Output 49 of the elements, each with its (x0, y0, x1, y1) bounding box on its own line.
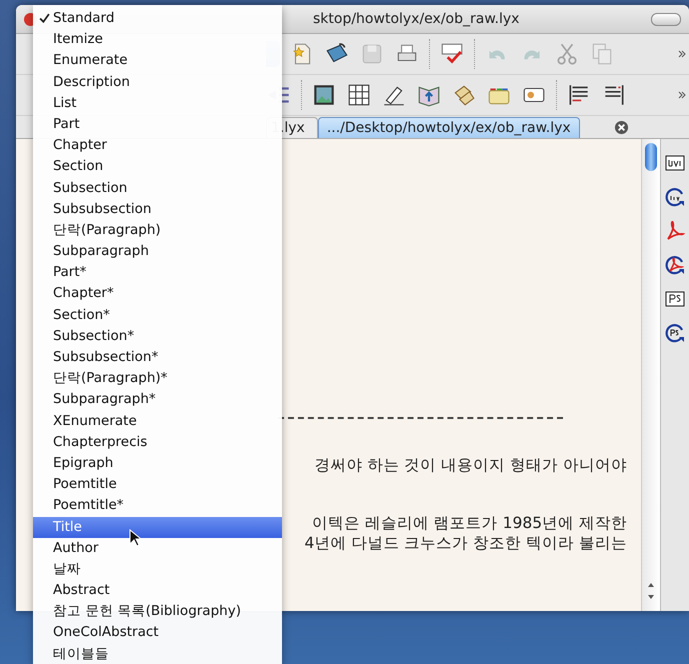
toolbar-toggle-button[interactable] (651, 12, 681, 26)
menu-item[interactable]: Part* (33, 262, 282, 284)
more-chevron-icon[interactable] (677, 90, 687, 100)
menu-item[interactable]: Subsubsection (33, 198, 282, 220)
close-tab-icon[interactable] (614, 120, 629, 135)
vertical-scrollbar[interactable] (641, 139, 660, 611)
more-chevron-icon[interactable] (677, 49, 687, 59)
menu-item[interactable]: Description (33, 72, 282, 93)
mouse-pointer-icon (129, 529, 141, 547)
table-icon[interactable] (346, 82, 372, 108)
document-text: 경써야 하는 것이 내용이지 형태가 아니어야 (313, 455, 627, 475)
menu-item[interactable]: Subsubsection* (33, 347, 282, 368)
menu-item[interactable]: Abstract (33, 580, 282, 602)
menu-item[interactable]: XEnumerate (33, 410, 282, 432)
window-title: sktop/howtolyx/ex/ob_raw.lyx (313, 11, 520, 27)
pdf-icon[interactable] (665, 221, 685, 241)
menu-item[interactable]: Chapter (33, 135, 282, 156)
ps-view-icon[interactable] (665, 289, 685, 309)
menu-item[interactable]: Subsection (33, 178, 282, 199)
menu-item[interactable]: Enumerate (33, 50, 282, 72)
menu-item[interactable]: Standard (33, 8, 282, 30)
menu-item[interactable]: Poemtitle (33, 474, 282, 496)
scroll-up-icon[interactable] (647, 581, 655, 589)
menu-item[interactable]: Section (33, 156, 282, 178)
scroll-down-icon[interactable] (647, 593, 655, 601)
menu-item[interactable]: Subparagraph* (33, 389, 282, 411)
document-text: 이텍은 레슬리에 램포트가 1985년에 제작한 (310, 513, 627, 533)
menu-item[interactable]: Chapter* (33, 283, 282, 305)
menu-item[interactable]: Chapterprecis (33, 432, 282, 453)
menu-item[interactable]: OneColAbstract (33, 622, 282, 644)
scroll-thumb[interactable] (645, 143, 657, 171)
menu-item[interactable]: Epigraph (33, 452, 282, 474)
document-tab[interactable]: .../Desktop/howtolyx/ex/ob_raw.lyx (318, 117, 580, 138)
ps-refresh-icon[interactable] (665, 323, 685, 343)
menu-item[interactable]: Itemize (33, 29, 282, 50)
menu-item[interactable]: Subsection* (33, 326, 282, 347)
menu-item[interactable]: Section* (33, 304, 282, 326)
document-text: 4년에 다널드 크누스가 창조한 텍이라 불리는 (304, 533, 627, 553)
pdf-refresh-icon[interactable] (665, 255, 685, 275)
menu-item[interactable]: Title (33, 516, 282, 538)
menu-item[interactable]: 단락(Paragraph)* (33, 368, 282, 390)
menu-item[interactable]: Author (33, 538, 282, 559)
menu-item[interactable]: 테이블들 (33, 644, 282, 664)
menu-item[interactable]: List (33, 92, 282, 114)
menu-item[interactable]: 날짜 (33, 558, 282, 580)
menu-item[interactable]: 참고 문헌 목록(Bibliography) (33, 601, 282, 622)
menu-item[interactable]: 단락(Paragraph) (33, 220, 282, 242)
menu-item[interactable]: Poemtitle* (33, 495, 282, 516)
menu-item[interactable]: Subparagraph (33, 241, 282, 262)
